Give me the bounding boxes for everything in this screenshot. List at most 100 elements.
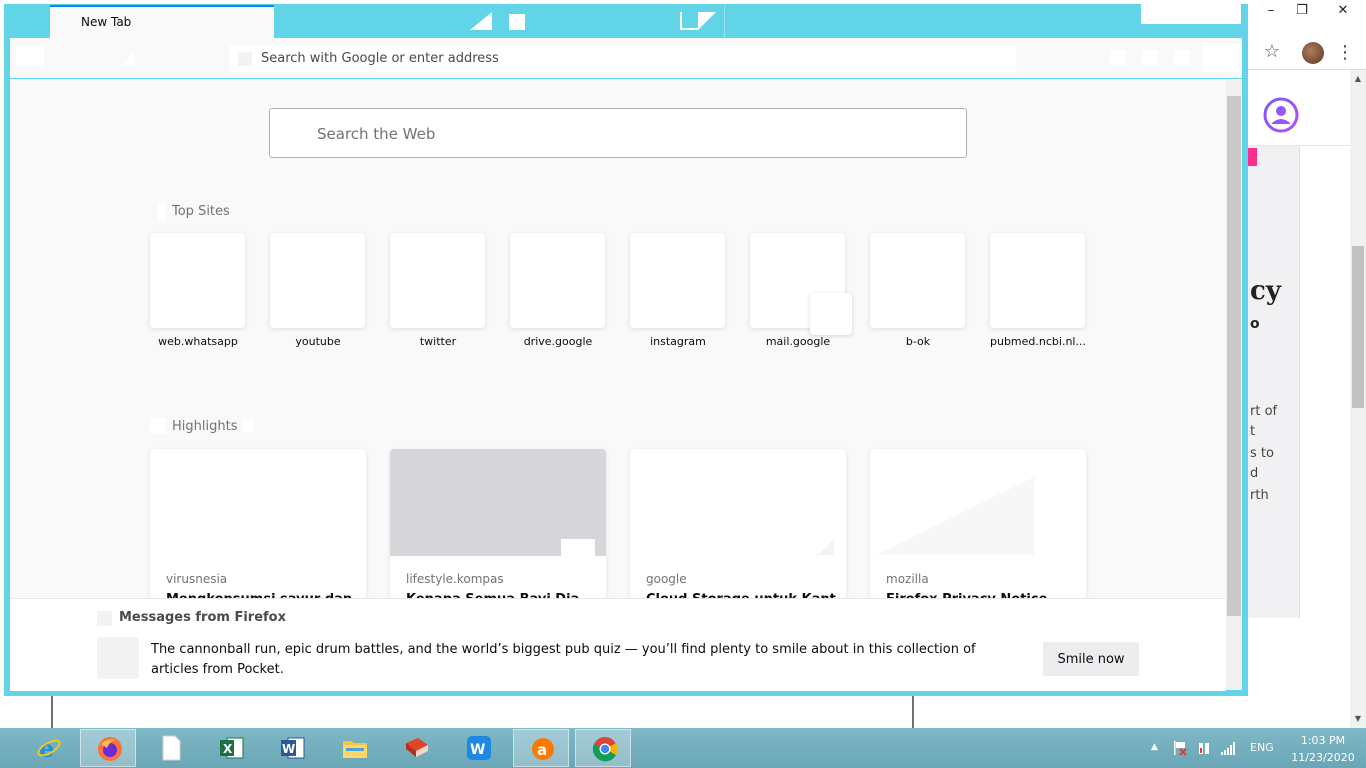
taskbar-app-word[interactable]: W (264, 729, 320, 767)
page-scrollbar-thumb[interactable] (1352, 246, 1364, 408)
top-site-label[interactable]: mail.google (743, 335, 853, 348)
hamburger-menu-icon[interactable] (1202, 44, 1240, 72)
section-menu-icon[interactable] (242, 420, 254, 432)
tab-title: New Tab (81, 15, 132, 29)
partial-text-line: t (1250, 424, 1256, 439)
top-site-label[interactable]: pubmed.ncbi.nl... (983, 335, 1093, 348)
account-circle-icon[interactable] (1262, 96, 1300, 134)
close-button[interactable]: ✕ (1320, 0, 1366, 22)
partial-subheading: o (1250, 316, 1260, 332)
taskbar-app-excel[interactable]: X (203, 729, 259, 767)
firefox-icon (98, 737, 122, 761)
pocket-icon (97, 637, 139, 679)
taskbar-app-firefox[interactable] (80, 729, 136, 767)
content-scrollbar-thumb[interactable] (1227, 96, 1241, 616)
top-sites-title[interactable]: Top Sites (172, 204, 230, 219)
highlights-icon (150, 418, 166, 434)
bookmark-star-icon[interactable]: ☆ (1262, 42, 1282, 62)
partial-text-line: rt of (1250, 404, 1278, 419)
top-site-label[interactable]: twitter (383, 335, 493, 348)
scroll-down-arrow-icon[interactable]: ▼ (1350, 712, 1366, 726)
highlight-image (150, 449, 366, 556)
highlight-image (630, 449, 846, 556)
top-site-label[interactable]: drive.google (503, 335, 613, 348)
internet-explorer-icon: e (37, 735, 61, 761)
highlight-image-shape (876, 477, 1034, 555)
top-site-tile[interactable] (390, 233, 485, 328)
profile-avatar[interactable] (1302, 42, 1324, 64)
window-controls-placeholder (1141, 4, 1241, 24)
reload-icon[interactable] (120, 52, 134, 66)
web-search-placeholder[interactable]: Search the Web (317, 125, 435, 143)
back-button[interactable] (16, 46, 44, 66)
partial-text-line: rth (1250, 488, 1269, 503)
top-site-label[interactable]: web.whatsapp (143, 335, 253, 348)
top-site-tile[interactable] (510, 233, 605, 328)
svg-text:W: W (282, 742, 295, 756)
show-hidden-icons-button[interactable]: ▲ (1151, 742, 1158, 752)
svg-text:X: X (223, 742, 233, 756)
excel-icon: X (220, 737, 244, 759)
top-site-tile[interactable] (990, 233, 1085, 328)
top-site-tile[interactable] (870, 233, 965, 328)
partial-heading: cy (1250, 276, 1281, 306)
taskbar-app-document[interactable] (142, 729, 198, 767)
firefox-logo-icon (97, 611, 112, 626)
tab-separator (724, 5, 725, 38)
taskbar-app-reader[interactable] (388, 729, 444, 767)
background-content-panel (1248, 146, 1300, 618)
highlight-source: lifestyle.kompas (406, 572, 504, 586)
tab-placeholder-shape (509, 14, 525, 30)
taskbar-app-wps[interactable]: W (450, 729, 506, 767)
clock-date[interactable]: 11/23/2020 (1288, 751, 1358, 764)
taskbar-app-avast[interactable]: a (513, 729, 569, 767)
top-site-label[interactable]: instagram (623, 335, 733, 348)
browser-menu-icon[interactable]: ⋮ (1336, 42, 1354, 64)
svg-text:a: a (537, 741, 547, 759)
taskbar-app-chrome[interactable] (575, 729, 631, 767)
svg-text:W: W (470, 742, 485, 758)
top-site-tile[interactable] (150, 233, 245, 328)
sidebar-icon[interactable] (1142, 50, 1158, 66)
scroll-up-arrow-icon[interactable]: ▲ (1350, 72, 1366, 86)
partial-text-line: d (1250, 466, 1259, 481)
top-site-tile[interactable] (630, 233, 725, 328)
library-icon[interactable] (1110, 50, 1126, 66)
highlights-title[interactable]: Highlights (172, 419, 237, 434)
clock-time[interactable]: 1:03 PM (1288, 734, 1358, 747)
book-reader-icon (406, 738, 428, 757)
search-icon (238, 52, 252, 66)
tab-placeholder-shape (680, 12, 698, 30)
smile-now-button[interactable]: Smile now (1043, 642, 1139, 676)
word-icon: W (281, 737, 305, 759)
top-site-label[interactable]: b-ok (863, 335, 973, 348)
wps-office-icon: W (467, 736, 491, 760)
blank-document-icon (162, 735, 181, 761)
highlight-source: virusnesia (166, 572, 228, 586)
maximize-button[interactable]: ❐ (1280, 0, 1324, 22)
network-signal-icon[interactable] (1220, 740, 1236, 756)
highlight-image-corner (818, 539, 834, 555)
site-favicon (810, 293, 852, 335)
taskbar-app-ie[interactable]: e (20, 729, 76, 767)
tab-placeholder-shape (698, 12, 716, 30)
highlight-source: google (646, 572, 687, 586)
messages-header: Messages from Firefox (119, 610, 286, 625)
accent-bar (1248, 148, 1257, 166)
tab-placeholder-shape (470, 12, 492, 30)
highlight-image-badge (561, 539, 595, 559)
url-placeholder[interactable]: Search with Google or enter address (261, 51, 499, 66)
power-status-icon[interactable] (1196, 740, 1212, 756)
file-explorer-icon (343, 741, 367, 758)
message-body: The cannonball run, epic drum battles, a… (151, 642, 976, 677)
top-site-label[interactable]: youtube (263, 335, 373, 348)
top-site-tile[interactable] (270, 233, 365, 328)
highlight-source: mozilla (886, 572, 929, 586)
input-language-indicator[interactable]: ENG (1250, 741, 1274, 754)
partial-text-line: s to (1250, 446, 1274, 461)
taskbar-app-explorer[interactable] (326, 729, 382, 767)
extensions-icon[interactable] (1174, 50, 1190, 66)
chrome-icon (592, 737, 618, 762)
top-sites-icon (158, 204, 166, 220)
flag-notification-icon[interactable] (1172, 740, 1188, 756)
